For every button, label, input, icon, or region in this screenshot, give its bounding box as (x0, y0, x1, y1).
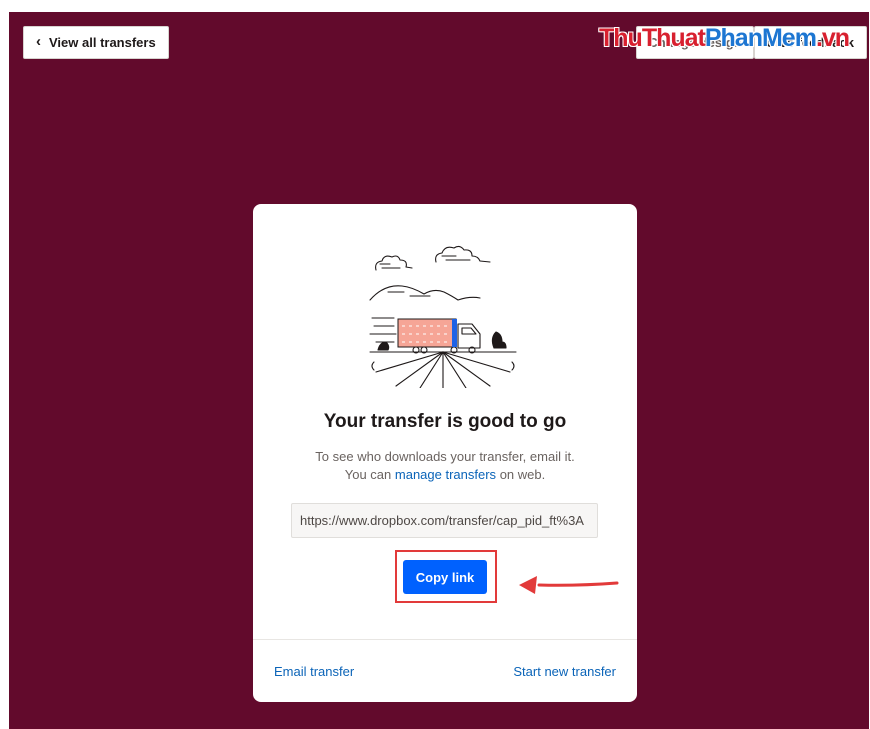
view-all-transfers-button[interactable]: ‹ View all transfers (23, 26, 169, 59)
transfer-ready-title: Your transfer is good to go (323, 411, 567, 432)
card-divider (253, 639, 637, 640)
description-line-2: You can manage transfers on web. (344, 467, 546, 482)
transfer-card: Your transfer is good to go To see who d… (253, 204, 637, 702)
back-label: View all transfers (49, 35, 156, 50)
transfer-url-field[interactable]: https://www.dropbox.com/transfer/cap_pid… (291, 503, 598, 538)
email-transfer-link[interactable]: Email transfer (274, 664, 354, 679)
annotation-arrow-icon (519, 576, 619, 594)
start-new-transfer-link[interactable]: Start new transfer (513, 664, 616, 679)
transfer-description: To see who downloads your transfer, emai… (253, 448, 637, 484)
truck-illustration (369, 245, 517, 388)
page-background: ‹ View all transfers Change design Give … (9, 12, 869, 729)
copy-link-button[interactable]: Copy link (403, 560, 487, 594)
description-line-1: To see who downloads your transfer, emai… (315, 449, 575, 464)
chevron-left-icon: ‹ (36, 33, 41, 50)
watermark-logo: ThuThuatPhanMem.vn (599, 24, 850, 52)
manage-transfers-link[interactable]: manage transfers (395, 467, 496, 482)
